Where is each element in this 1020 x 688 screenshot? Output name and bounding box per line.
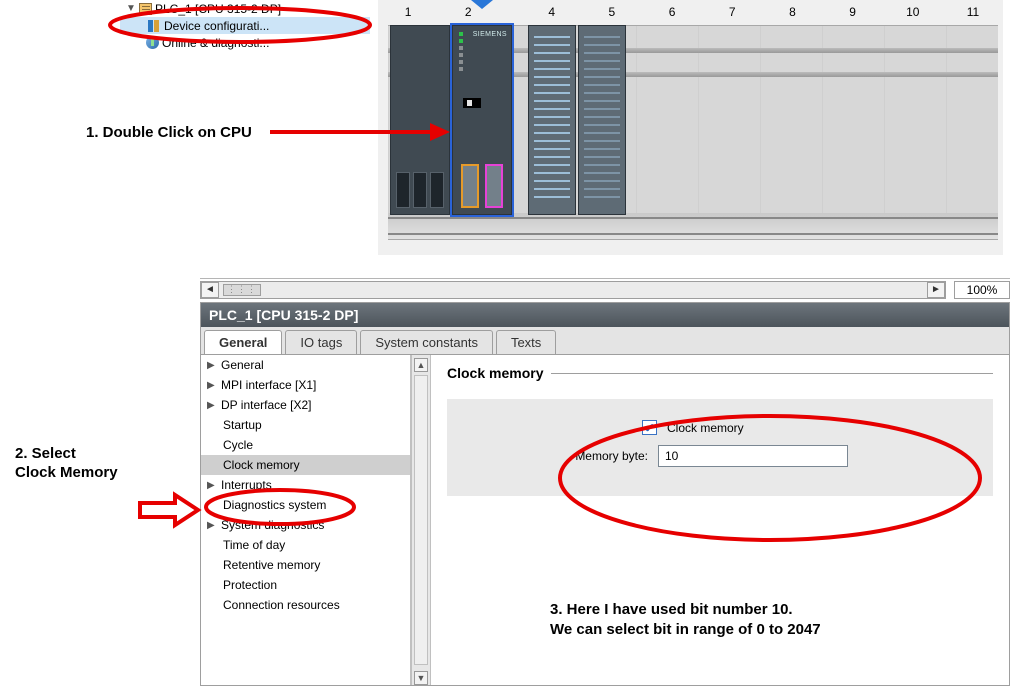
section-title: Clock memory <box>447 365 543 381</box>
slot-label: 7 <box>702 5 762 19</box>
slot-label: 10 <box>883 5 943 19</box>
nav-item-diag-system[interactable]: Diagnostics system <box>201 495 410 515</box>
slot-label: 1 <box>378 5 438 19</box>
section-header: Clock memory <box>447 365 993 381</box>
slot-label: 11 <box>943 5 1003 19</box>
row-memory-byte: Memory byte: <box>472 445 968 467</box>
nav-item-sys-diag[interactable]: ▶System diagnostics <box>201 515 410 535</box>
brand-label: SIEMENS <box>473 31 507 38</box>
splitter[interactable]: ▲ ▼ <box>411 355 431 685</box>
plc-icon <box>139 3 152 15</box>
module-cpu[interactable]: SIEMENS <box>452 25 512 215</box>
scroll-down-button[interactable]: ▼ <box>414 671 428 685</box>
slot-label: 5 <box>582 5 642 19</box>
annotation-step1: 1. Double Click on CPU <box>86 124 252 141</box>
module-io-1[interactable] <box>528 25 576 215</box>
diagnostics-icon <box>146 36 159 49</box>
scroll-left-button[interactable]: ◄ <box>201 282 219 298</box>
tab-texts[interactable]: Texts <box>496 330 556 354</box>
tree-label: Online & diagnosti... <box>162 36 269 50</box>
nav-item-dp[interactable]: ▶DP interface [X2] <box>201 395 410 415</box>
project-tree: ▼ PLC_1 [CPU 315-2 DP] Device configurat… <box>120 0 370 51</box>
tree-label: PLC_1 [CPU 315-2 DP] <box>155 2 281 16</box>
scroll-right-button[interactable]: ► <box>927 282 945 298</box>
caret-right-icon: ▶ <box>207 400 215 411</box>
scroll-up-button[interactable]: ▲ <box>414 358 428 372</box>
slot-label: 2 <box>438 5 498 19</box>
hardware-rack-view: 1 2 4 5 6 7 8 9 10 11 SIEMENS <box>378 0 1003 255</box>
horizontal-scrollbar[interactable]: ◄ ⋮⋮⋮ ► <box>200 281 946 299</box>
tree-item-device-config[interactable]: Device configurati... <box>120 17 370 34</box>
module-io-2[interactable] <box>578 25 626 215</box>
memory-byte-input[interactable] <box>658 445 848 467</box>
clock-memory-checkbox[interactable]: ✔ <box>642 420 657 435</box>
zoom-level[interactable]: 100% <box>954 281 1010 299</box>
tab-general[interactable]: General <box>204 330 282 354</box>
properties-tabbar: General IO tags System constants Texts <box>201 327 1009 355</box>
nav-item-connection-resources[interactable]: Connection resources <box>201 595 410 615</box>
slot-gap <box>498 5 521 19</box>
tree-item-online-diag[interactable]: Online & diagnosti... <box>120 34 370 51</box>
nav-item-clock-memory[interactable]: Clock memory <box>201 455 410 475</box>
tab-system-constants[interactable]: System constants <box>360 330 493 354</box>
memory-byte-label: Memory byte: <box>562 449 648 463</box>
slot-label: 8 <box>762 5 822 19</box>
caret-down-icon: ▼ <box>126 3 136 14</box>
slot-number-row: 1 2 4 5 6 7 8 9 10 11 <box>378 5 1003 19</box>
nav-item-mpi[interactable]: ▶MPI interface [X1] <box>201 375 410 395</box>
caret-right-icon: ▶ <box>207 520 215 531</box>
connector-x1-icon <box>461 164 479 208</box>
nav-item-protection[interactable]: Protection <box>201 575 410 595</box>
connector-x2-icon <box>485 164 503 208</box>
annotation-step2: 2. SelectClock Memory <box>15 445 118 483</box>
tab-io-tags[interactable]: IO tags <box>285 330 357 354</box>
scroll-track[interactable] <box>414 375 428 665</box>
hscroll-row: ◄ ⋮⋮⋮ ► 100% <box>200 278 1010 300</box>
caret-right-icon: ▶ <box>207 360 215 371</box>
clock-memory-form: ✔ Clock memory Memory byte: <box>447 399 993 496</box>
properties-title: PLC_1 [CPU 315-2 DP] <box>201 303 1009 327</box>
module-power-supply[interactable] <box>390 25 450 215</box>
tree-label: Device configurati... <box>164 19 269 33</box>
row-clock-checkbox: ✔ Clock memory <box>472 420 968 435</box>
cpu-mode-switch-icon <box>463 98 481 108</box>
checkbox-label: Clock memory <box>667 421 744 435</box>
caret-right-icon: ▶ <box>207 380 215 391</box>
properties-panel: PLC_1 [CPU 315-2 DP] General IO tags Sys… <box>200 302 1010 686</box>
cpu-leds <box>459 32 463 71</box>
scroll-thumb[interactable]: ⋮⋮⋮ <box>223 284 261 296</box>
properties-nav: ▶General ▶MPI interface [X1] ▶DP interfa… <box>201 355 411 685</box>
slot-label: 6 <box>642 5 702 19</box>
nav-item-interrupts[interactable]: ▶Interrupts <box>201 475 410 495</box>
nav-item-startup[interactable]: Startup <box>201 415 410 435</box>
properties-content: Clock memory ✔ Clock memory Memory byte: <box>431 355 1009 685</box>
device-config-icon <box>146 19 161 33</box>
nav-item-time-of-day[interactable]: Time of day <box>201 535 410 555</box>
nav-item-retentive[interactable]: Retentive memory <box>201 555 410 575</box>
caret-right-icon: ▶ <box>207 480 215 491</box>
nav-item-cycle[interactable]: Cycle <box>201 435 410 455</box>
nav-item-general[interactable]: ▶General <box>201 355 410 375</box>
slot-label: 9 <box>823 5 883 19</box>
tree-item-plc[interactable]: ▼ PLC_1 [CPU 315-2 DP] <box>120 0 370 17</box>
slot-label: 4 <box>522 5 582 19</box>
